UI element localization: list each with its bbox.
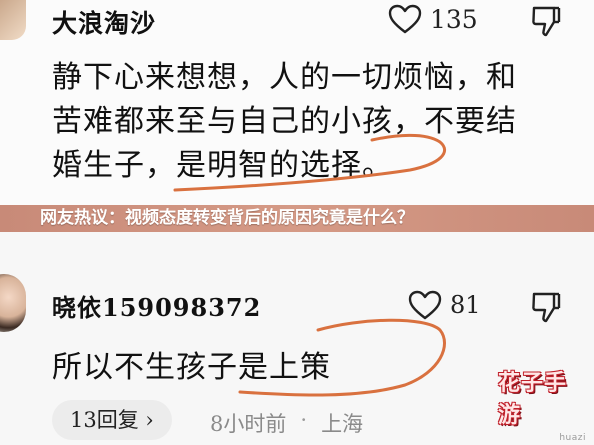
comment-card-1: 大浪淘沙 135 静下心来想想，人的一切烦恼，和 苦难都来至与自己的小孩，不要结… (0, 0, 594, 205)
comment-line: 静下心来想想，人的一切烦恼，和 (52, 60, 517, 95)
avatar[interactable] (0, 0, 26, 40)
reply-count-label: 13回复 (70, 408, 139, 432)
like-count: 81 (450, 291, 481, 319)
comment-text: 静下心来想想，人的一切烦恼，和 苦难都来至与自己的小孩，不要结 婚生子，是明智的… (52, 56, 517, 188)
comment-line: 婚生子，是明智的选择。 (52, 148, 393, 183)
username[interactable]: 晓依159098372 (52, 288, 261, 323)
like-button[interactable]: 135 (388, 4, 478, 34)
dislike-button[interactable] (530, 4, 562, 38)
watermark-title: 花子手游 (498, 371, 568, 428)
location: 上海 (321, 412, 364, 436)
watermark-subtitle: huazi (559, 433, 586, 443)
like-count: 135 (430, 4, 478, 34)
meta-separator: · (300, 408, 308, 432)
like-button[interactable]: 81 (408, 290, 481, 320)
dislike-button[interactable] (530, 290, 562, 324)
chevron-right-icon: › (138, 408, 154, 432)
reply-count-button[interactable]: 13回复 › (52, 400, 172, 440)
comment-text: 所以不生孩子是上策 (52, 350, 331, 385)
watermark-logo: 花子手游 huazi (498, 371, 590, 443)
thumbs-down-icon (530, 4, 562, 38)
comment-line: 苦难都来至与自己的小孩，不要结 (52, 104, 517, 139)
thumbs-down-icon (530, 290, 562, 324)
heart-icon (408, 290, 442, 320)
heart-icon (388, 4, 422, 34)
username[interactable]: 大浪淘沙 (52, 4, 156, 40)
timestamp: 8小时前 (210, 412, 287, 436)
headline-banner: 网友热议：视频态度转变背后的原因究竟是什么？ (0, 205, 594, 232)
comment-meta: 8小时前 · 上海 (210, 408, 363, 438)
